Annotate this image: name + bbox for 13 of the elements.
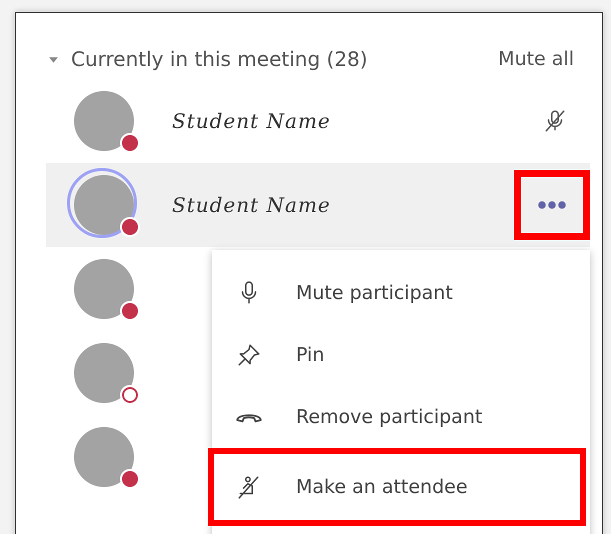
- participant-row[interactable]: Student Name: [46, 163, 590, 247]
- menu-item[interactable]: Remove participant: [212, 386, 590, 448]
- more-icon: [537, 200, 567, 210]
- participant-name: Student Name: [172, 109, 331, 133]
- more-options-button[interactable]: [514, 170, 590, 240]
- hang-up-icon: [236, 412, 262, 422]
- pin-icon: [236, 342, 262, 368]
- menu-item[interactable]: Make an attendee: [208, 448, 586, 526]
- avatar: [74, 175, 134, 235]
- mute-all-button[interactable]: Mute all: [498, 48, 574, 70]
- menu-item[interactable]: Mute participant: [212, 262, 590, 324]
- participant-name: Student Name: [172, 193, 331, 217]
- menu-item[interactable]: Pin: [212, 324, 590, 386]
